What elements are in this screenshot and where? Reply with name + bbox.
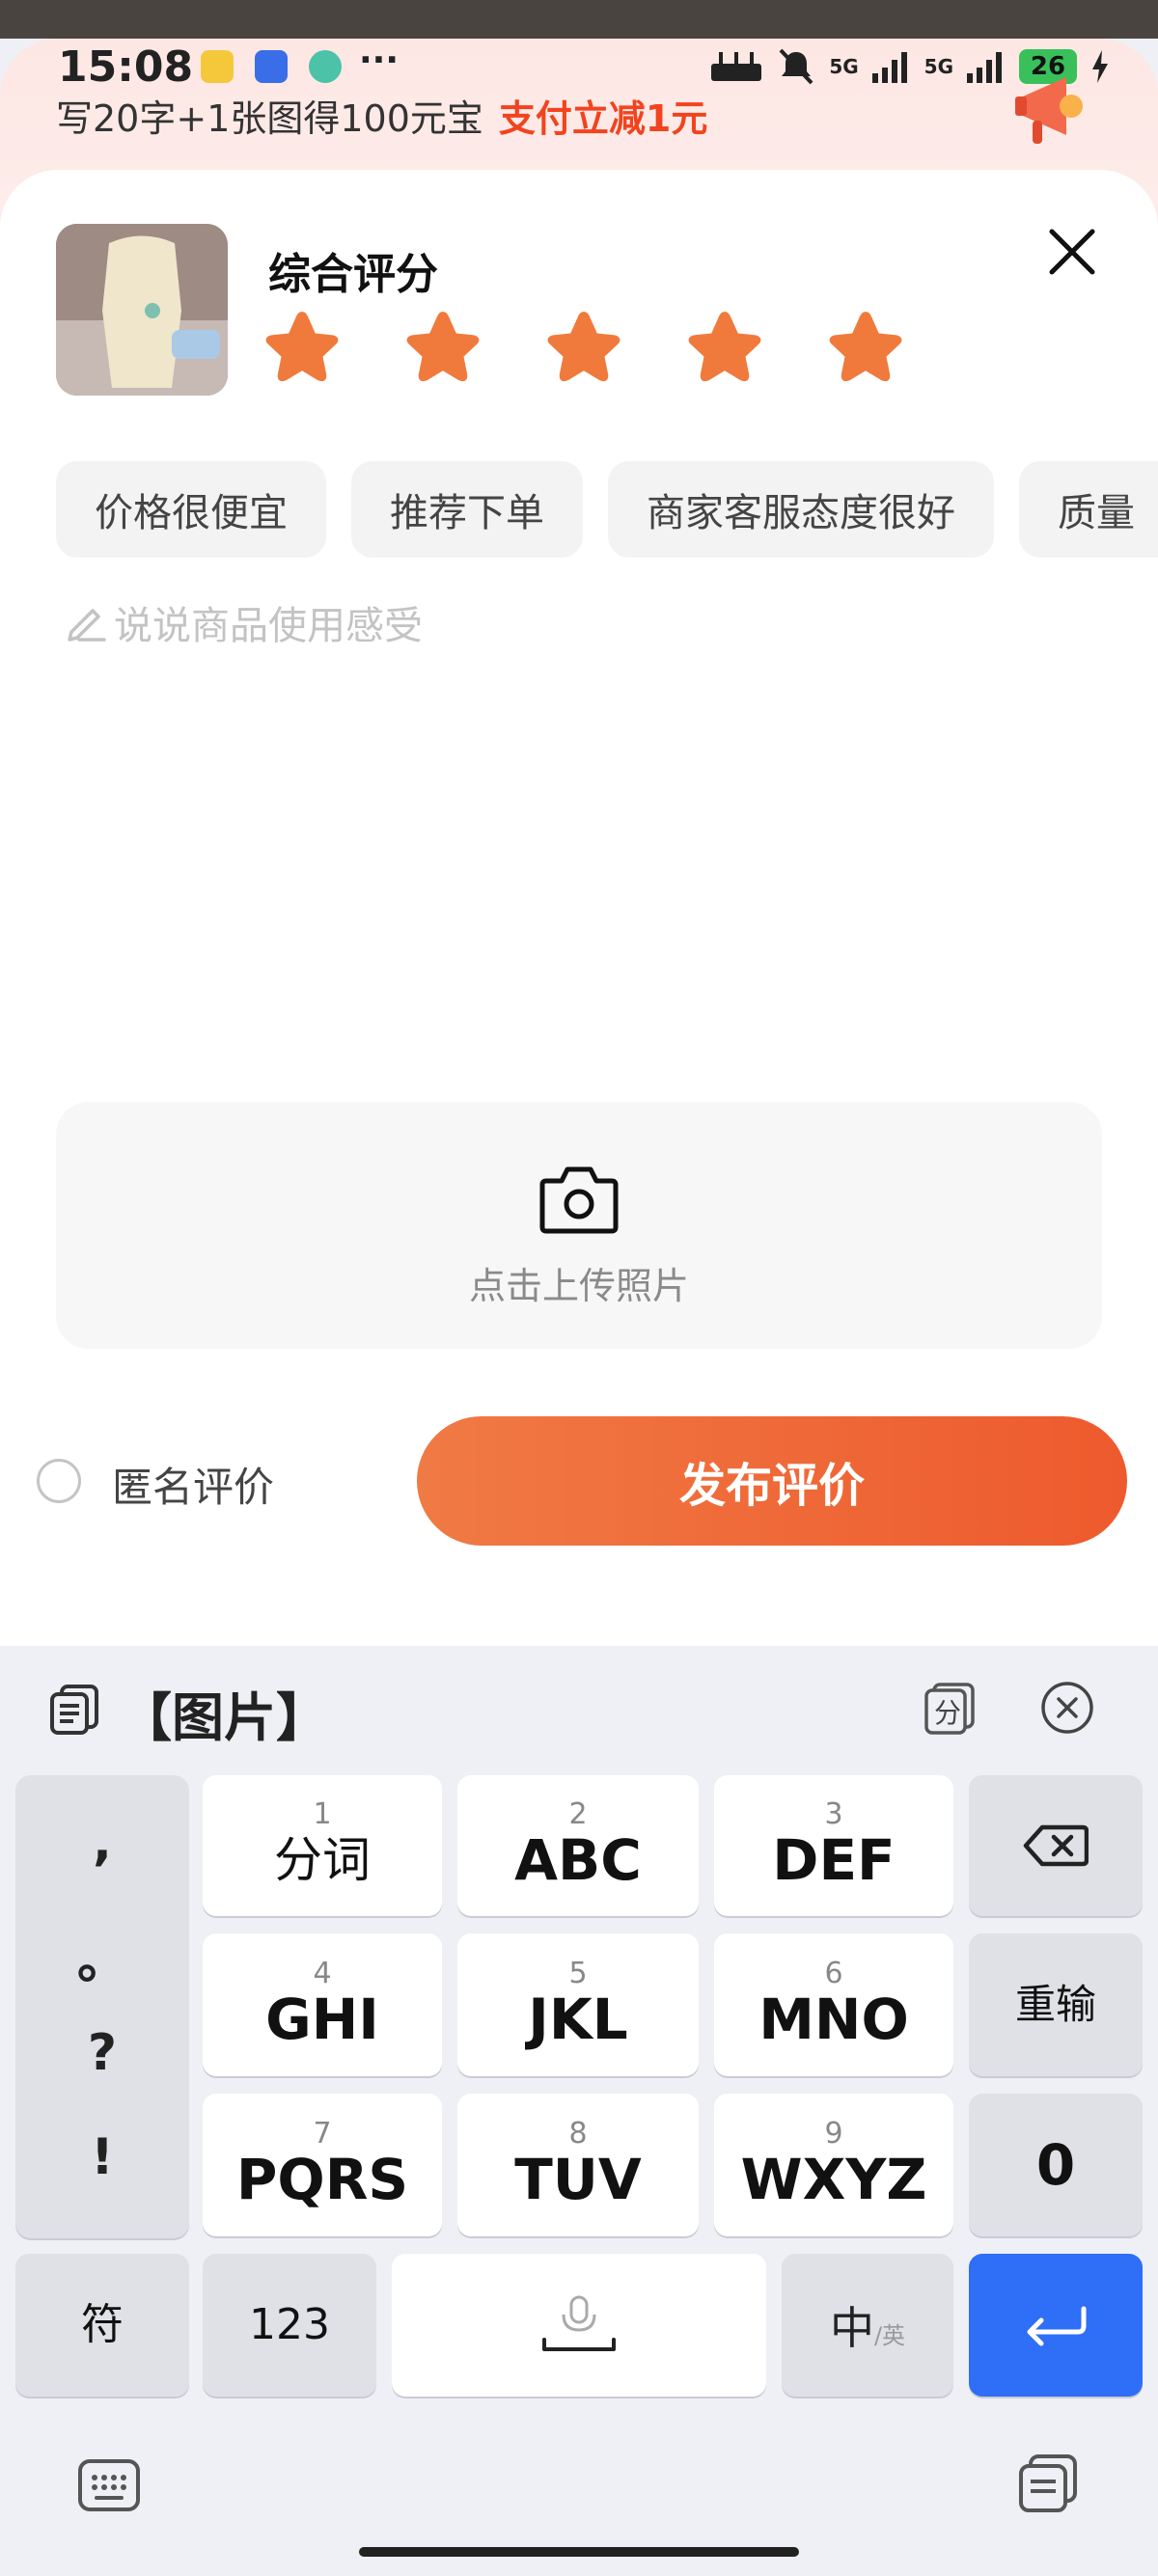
home-indicator[interactable]	[359, 2547, 799, 2557]
review-placeholder: 说说商品使用感受	[114, 604, 423, 648]
tag-chip[interactable]: 商家客服态度很好	[608, 461, 994, 558]
status-bar-background	[0, 0, 1158, 39]
key-label: JKL	[528, 1987, 628, 2052]
promo-highlight: 支付立减1元	[498, 97, 708, 140]
key-3[interactable]: 3 DEF	[714, 1775, 953, 1916]
symbol-key[interactable]: 符	[15, 2254, 189, 2397]
app-icon	[309, 50, 342, 83]
wifi-router-icon	[711, 52, 762, 81]
key-9[interactable]: 9 WXYZ	[714, 2094, 953, 2236]
review-text-input[interactable]: 说说商品使用感受	[66, 594, 423, 650]
lang-sub-label: /英	[873, 2322, 906, 2349]
key-number: 1	[313, 1797, 332, 1831]
key-label: WXYZ	[740, 2147, 927, 2212]
split-word-button[interactable]: 分	[923, 1681, 977, 1735]
key-6[interactable]: 6 MNO	[714, 1933, 953, 2076]
promo-banner: 写20字+1张图得100元宝 支付立减1元	[56, 89, 707, 142]
key-label: PQRS	[235, 2147, 409, 2212]
key-label: ABC	[514, 1827, 642, 1893]
promo-text: 写20字+1张图得100元宝	[56, 97, 483, 140]
enter-key[interactable]	[969, 2254, 1143, 2397]
key-number: 5	[568, 1957, 588, 1990]
zero-label: 0	[1035, 2132, 1076, 2198]
star-icon-2[interactable]	[401, 307, 484, 390]
punctuation-column[interactable]: , 。 ? !	[15, 1775, 189, 2238]
star-icon-4[interactable]	[683, 307, 766, 390]
punct-comma-key[interactable]: ,	[15, 1814, 189, 1872]
numeric-key[interactable]: 123	[203, 2254, 376, 2397]
key-number: 2	[568, 1797, 588, 1831]
backspace-key[interactable]	[969, 1775, 1143, 1916]
signal-icon	[871, 52, 907, 83]
key-5[interactable]: 5 JKL	[457, 1933, 699, 2076]
reset-label: 重输	[1014, 1981, 1096, 2028]
pencil-icon	[68, 609, 106, 642]
status-time: 15:08	[58, 42, 194, 92]
key-2[interactable]: 2 ABC	[457, 1775, 699, 1916]
zero-key[interactable]: 0	[969, 2094, 1143, 2236]
enter-icon	[1027, 2306, 1087, 2346]
key-label: 分词	[274, 1832, 371, 1888]
clipboard-icon[interactable]	[48, 1683, 100, 1737]
symbol-label: 符	[81, 2300, 124, 2349]
punct-exclaim-key[interactable]: !	[15, 2128, 189, 2186]
status-bar: 15:08 ··· 5G 5G 26	[0, 39, 1158, 96]
tag-chip[interactable]: 价格很便宜	[56, 461, 326, 558]
candidate-suggestion[interactable]: 【图片】	[120, 1675, 328, 1751]
punct-period-key[interactable]: 。	[15, 1920, 189, 1992]
upload-label: 点击上传照片	[468, 1265, 689, 1307]
key-number: 3	[824, 1797, 843, 1831]
network-5g-label-2: 5G	[924, 55, 953, 78]
key-number: 4	[313, 1957, 332, 1990]
weibo-app-icon	[201, 50, 234, 83]
key-number: 8	[568, 2117, 588, 2151]
camera-icon	[539, 1166, 619, 1234]
reset-key[interactable]: 重输	[969, 1933, 1143, 2076]
numeric-label: 123	[249, 2300, 330, 2349]
star-icon-3[interactable]	[542, 307, 625, 390]
key-label: MNO	[758, 1987, 909, 2052]
punct-question-key[interactable]: ?	[15, 2024, 189, 2082]
star-icon-1[interactable]	[261, 307, 344, 390]
space-key[interactable]	[392, 2254, 766, 2397]
charging-icon	[1092, 50, 1108, 83]
key-4[interactable]: 4 GHI	[203, 1933, 442, 2076]
key-label: TUV	[514, 2147, 642, 2212]
network-5g-label: 5G	[829, 55, 859, 78]
star-rating[interactable]	[261, 307, 907, 390]
lang-main-label: 中	[829, 2302, 874, 2354]
key-1[interactable]: 1 分词	[203, 1775, 442, 1916]
key-8[interactable]: 8 TUV	[457, 2094, 699, 2236]
keyboard-switch-icon[interactable]	[77, 2458, 141, 2512]
more-notifications-icon: ···	[359, 41, 400, 80]
anonymous-radio[interactable]	[37, 1459, 81, 1503]
upload-photo-button[interactable]: 点击上传照片	[56, 1102, 1102, 1349]
key-label: DEF	[772, 1827, 896, 1893]
signal-icon-2	[967, 52, 1002, 83]
split-label: 分	[934, 1697, 962, 1729]
microphone-icon	[542, 2295, 616, 2351]
language-switch-key[interactable]: 中 /英	[782, 2254, 953, 2397]
mute-bell-icon	[779, 48, 813, 85]
quick-tags: 价格很便宜 推荐下单 商家客服态度很好 质量	[56, 461, 1158, 558]
key-7[interactable]: 7 PQRS	[203, 2094, 442, 2236]
close-candidate-icon[interactable]	[1040, 1681, 1094, 1735]
key-number: 7	[313, 2117, 332, 2151]
backspace-icon	[1023, 1824, 1089, 1867]
product-thumbnail	[56, 224, 228, 396]
anonymous-label[interactable]: 匿名评价	[112, 1455, 274, 1514]
rating-title: 综合评分	[268, 250, 438, 299]
key-number: 9	[824, 2117, 843, 2151]
key-label: GHI	[265, 1987, 379, 2052]
publish-review-button[interactable]: 发布评价	[417, 1416, 1127, 1546]
clipboard-panel-icon[interactable]	[1017, 2453, 1079, 2514]
close-icon[interactable]	[1048, 228, 1096, 276]
megaphone-icon	[1015, 77, 1083, 144]
tag-chip[interactable]: 推荐下单	[351, 461, 583, 558]
news-app-icon	[255, 50, 288, 83]
star-icon-5[interactable]	[824, 307, 907, 390]
key-number: 6	[824, 1957, 843, 1990]
tag-chip[interactable]: 质量	[1019, 461, 1158, 558]
